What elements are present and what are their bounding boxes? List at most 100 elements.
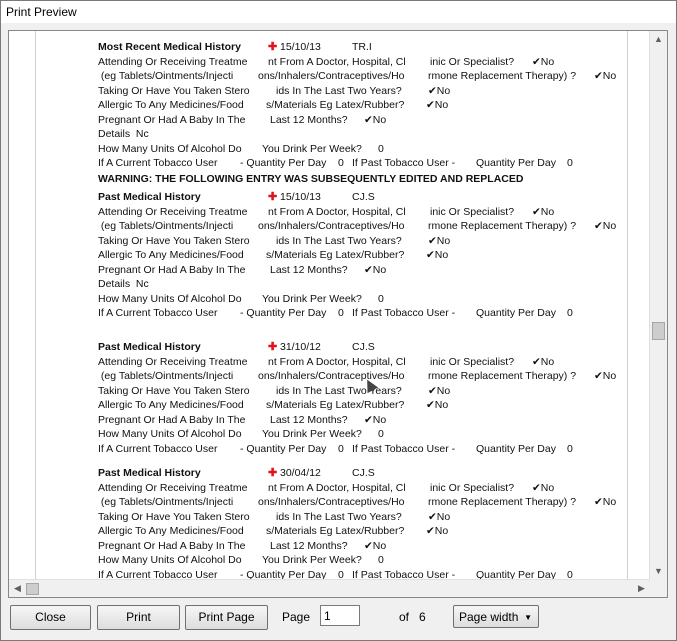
record-field-text: ✔No: [428, 384, 451, 397]
record-field-text: If A Current Tobacco User: [98, 157, 218, 169]
zoom-select-value: Page width: [459, 610, 519, 624]
record-field-text: If A Current Tobacco User: [98, 442, 218, 455]
record-field-text: ✔No: [364, 539, 387, 552]
preview-viewport[interactable]: Most Recent Medical History ✚ 15/10/13 TR.I…: [8, 30, 668, 598]
record-field-text: How Many Units Of Alcohol Do: [98, 554, 242, 566]
record-field-text: Taking Or Have You Taken Stero: [98, 84, 250, 97]
record-author: CJ.S: [352, 191, 375, 203]
preview-page: Most Recent Medical History ✚ 15/10/13 TR.I…: [35, 31, 628, 581]
record-field-text: ids In The Last Two Years?: [276, 84, 402, 97]
horizontal-scrollbar[interactable]: ◀ ▶: [9, 579, 650, 597]
record-field-text: Last 12 Months?: [270, 539, 348, 552]
record-field-text: 0: [378, 142, 384, 155]
horizontal-scroll-thumb[interactable]: [26, 583, 39, 595]
record-field-text: 0: [567, 157, 573, 169]
record-field-text: ids In The Last Two Years?: [276, 510, 402, 523]
record-field-text: nt From A Doctor, Hospital, Cl: [268, 481, 406, 494]
red-cross-icon: ✚: [268, 41, 278, 53]
record-field-text: 0: [378, 428, 384, 440]
record-field-text: Pregnant Or Had A Baby In The: [98, 413, 246, 426]
scroll-up-arrow-icon[interactable]: ▲: [650, 31, 667, 48]
record-field-text: Attending Or Receiving Treatme: [98, 355, 248, 368]
record-field-text: ✔No: [426, 399, 449, 411]
record-date: 15/10/13: [280, 41, 321, 53]
record-field-text: ✔No: [594, 220, 617, 232]
page-number-input[interactable]: 1: [320, 605, 360, 626]
record-field-text: ✔No: [428, 234, 451, 247]
record-field-text: Pregnant Or Had A Baby In The: [98, 263, 246, 276]
record-field-text: nt From A Doctor, Hospital, Cl: [268, 355, 406, 368]
record-date: 15/10/13: [280, 191, 321, 203]
record-field-text: If Past Tobacco User -: [352, 157, 456, 169]
close-button[interactable]: Close: [10, 605, 91, 630]
record-field-text: ons/Inhalers/Contraceptives/Ho: [258, 496, 405, 508]
record-field-text: How Many Units Of Alcohol Do: [98, 142, 242, 155]
record-field-text: Attending Or Receiving Treatme: [98, 481, 248, 494]
record-field-text: Taking Or Have You Taken Stero: [98, 234, 250, 247]
record-author: CJ.S: [352, 467, 375, 479]
record-field-text: Last 12 Months?: [270, 413, 348, 426]
record-field-text: s/Materials Eg Latex/Rubber?: [266, 249, 405, 261]
record-field-text: Pregnant Or Had A Baby In The: [98, 113, 246, 126]
record-field-text: (eg Tablets/Ointments/Injecti: [98, 370, 234, 382]
record-field-text: Taking Or Have You Taken Stero: [98, 510, 250, 523]
record-field-text: ✔No: [532, 55, 555, 68]
record-field-text: Quantity Per Day: [476, 307, 556, 319]
print-button[interactable]: Print: [97, 605, 180, 630]
record-field-text: How Many Units Of Alcohol Do: [98, 428, 242, 440]
record-field-text: Last 12 Months?: [270, 263, 348, 276]
record-field-text: You Drink Per Week?: [262, 142, 362, 155]
record-field-text: Attending Or Receiving Treatme: [98, 205, 248, 218]
record-field-text: ✔No: [532, 355, 555, 368]
record-field-text: Details Nc: [98, 128, 149, 140]
record-field-text: ✔No: [594, 496, 617, 508]
print-preview-window: Print Preview Most Recent Medical Histor…: [0, 0, 677, 641]
window-title: Print Preview: [6, 5, 77, 19]
record-field-text: Allergic To Any Medicines/Food: [98, 249, 244, 261]
record-field-text: ✔No: [532, 481, 555, 494]
record-field-text: (eg Tablets/Ointments/Injecti: [98, 70, 234, 82]
scroll-down-arrow-icon[interactable]: ▼: [650, 563, 667, 580]
record-field-text: (eg Tablets/Ointments/Injecti: [98, 220, 234, 232]
record-field-text: ✔No: [428, 510, 451, 523]
record-date: 30/04/12: [280, 467, 321, 479]
record-field-text: ✔No: [594, 70, 617, 82]
record-field-text: ✔No: [532, 205, 555, 218]
record-field-text: 0: [338, 442, 344, 455]
scroll-left-arrow-icon[interactable]: ◀: [9, 580, 26, 597]
record-field-text: inic Or Specialist?: [430, 481, 515, 494]
record-field-text: - Quantity Per Day: [240, 157, 327, 169]
record-field-text: ons/Inhalers/Contraceptives/Ho: [258, 370, 405, 382]
vertical-scroll-thumb[interactable]: [652, 322, 665, 340]
record-field-text: s/Materials Eg Latex/Rubber?: [266, 525, 405, 537]
record-field-text: You Drink Per Week?: [262, 292, 362, 305]
chevron-down-icon: ▼: [524, 613, 532, 622]
scroll-right-arrow-icon[interactable]: ▶: [633, 580, 650, 597]
record-field-text: Details Nc: [98, 278, 149, 290]
record-field-text: Last 12 Months?: [270, 113, 348, 126]
record-field-text: How Many Units Of Alcohol Do: [98, 292, 242, 305]
of-label: of: [399, 610, 410, 624]
record-field-text: ids In The Last Two Years?: [276, 384, 402, 397]
edit-warning: WARNING: THE FOLLOWING ENTRY WAS SUBSEQU…: [98, 173, 524, 185]
zoom-select[interactable]: Page width ▼: [453, 605, 539, 628]
record-field-text: 0: [378, 554, 384, 566]
record-field-text: ✔No: [594, 370, 617, 382]
record-field-text: nt From A Doctor, Hospital, Cl: [268, 55, 406, 68]
record-field-text: ✔No: [426, 525, 449, 537]
red-cross-icon: ✚: [268, 467, 278, 479]
record-date: 31/10/12: [280, 341, 321, 353]
record-field-text: - Quantity Per Day: [240, 442, 327, 455]
record-field-text: ons/Inhalers/Contraceptives/Ho: [258, 220, 405, 232]
scrollbar-corner: [650, 580, 667, 597]
record-field-text: rmone Replacement Therapy) ?: [428, 220, 577, 232]
record-field-text: ✔No: [426, 249, 449, 261]
record-field-text: 0: [567, 442, 573, 455]
record-field-text: - Quantity Per Day: [240, 307, 327, 319]
record-field-text: inic Or Specialist?: [430, 355, 515, 368]
vertical-scrollbar[interactable]: ▲ ▼: [649, 31, 667, 580]
print-page-button[interactable]: Print Page: [185, 605, 268, 630]
record-field-text: s/Materials Eg Latex/Rubber?: [266, 99, 405, 111]
red-cross-icon: ✚: [268, 191, 278, 203]
total-pages: 6: [419, 610, 426, 624]
